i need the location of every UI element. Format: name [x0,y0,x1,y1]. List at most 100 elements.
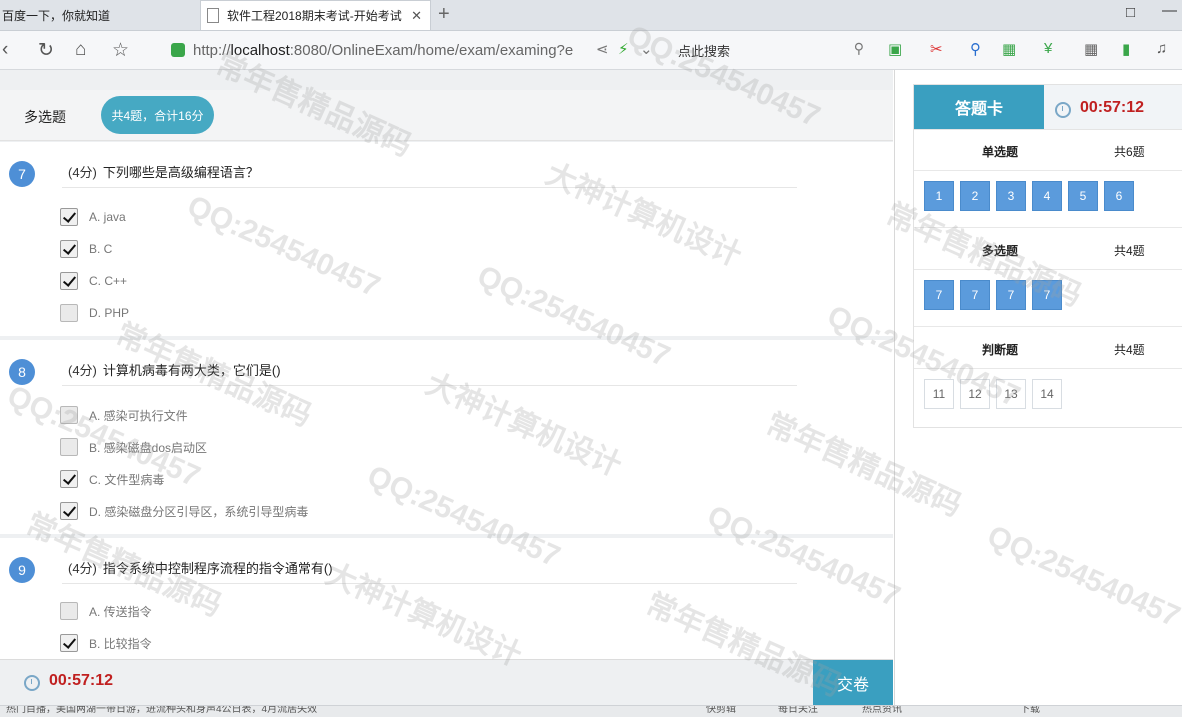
option-a[interactable]: A. 传送指令 [60,601,152,621]
checkbox-unchecked[interactable] [60,602,78,620]
submit-exam-button[interactable]: 交卷 [813,660,893,706]
option-label: A. java [89,210,126,224]
option-label: B. C [89,242,113,256]
question-nav-button[interactable]: 7 [960,280,990,310]
browser-tab-strip: 百度一下，你就知道 软件工程2018期末考试-开始考试 ✕ + □ — [0,0,1182,31]
question-text: 下列哪些是高级编程语言？ [102,165,259,180]
magnifier-icon[interactable]: ⚲ [970,40,981,58]
question-nav-button[interactable]: 14 [1032,379,1062,409]
question-title: (4分) 下列哪些是高级编程语言？ [68,162,259,181]
checkbox-checked[interactable] [60,272,78,290]
minimize-icon[interactable]: — [1162,2,1177,19]
question-text: 指令系统中控制程序流程的指令通常有() [102,561,333,576]
exam-footer: 00:57:12 交卷 [0,659,893,706]
chevron-down-icon[interactable]: ⌄ [640,40,653,58]
search-icon[interactable]: ⚲ [854,40,864,57]
apps-grid-icon[interactable]: ▦ [1084,40,1098,58]
section-true-false: 判断题 共4题 [914,328,1182,369]
question-nav-button[interactable]: 7 [924,280,954,310]
scissors-icon[interactable]: ✂ [930,40,943,58]
question-nav-button[interactable]: 3 [996,181,1026,211]
tab-baidu[interactable]: 百度一下，你就知道 [0,0,196,30]
translate-icon[interactable]: ▣ [888,40,902,58]
news-ticker[interactable]: 热门目播，美国两湖一带日游，进流种头和身声4公日表，4月流居失效 [6,706,317,717]
option-c[interactable]: C. C++ [60,271,127,291]
question-nav-grid: 7 7 7 7 [924,280,1062,310]
option-label: A. 感染可执行文件 [89,408,188,423]
clock-icon [1055,102,1071,118]
section-name: 多选题 [24,109,66,125]
divider [62,385,797,386]
status-item[interactable]: 下载 [1020,706,1040,717]
question-nav-button[interactable]: 6 [1104,181,1134,211]
section-name: 单选题 [982,145,1019,159]
search-input[interactable]: 点此搜索 ⚲ [672,37,870,63]
status-item[interactable]: 快剪辑 [706,706,736,717]
checkbox-checked[interactable] [60,502,78,520]
question-title: (4分) 指令系统中控制程序流程的指令通常有() [68,558,333,577]
question-number-badge: 7 [9,161,35,187]
option-b[interactable]: B. 比较指令 [60,633,152,653]
status-item[interactable]: 热点资讯 [862,706,902,717]
question-number-badge: 8 [9,359,35,385]
question-nav-button[interactable]: 2 [960,181,990,211]
checkbox-unchecked[interactable] [60,438,78,456]
divider [914,227,1182,228]
question-nav-button[interactable]: 1 [924,181,954,211]
section-count: 共4题 [1114,244,1145,258]
option-a[interactable]: A. java [60,207,126,227]
refresh-icon[interactable]: ↻ [38,39,54,62]
tab-label: 百度一下，你就知道 [2,8,111,23]
home-icon[interactable]: ⌂ [75,39,86,61]
gamepad-icon[interactable]: ▦ [1002,40,1016,58]
question-score: (4分) [68,561,97,576]
answer-card-title: 答题卡 [914,85,1044,129]
section-count: 共4题 [1114,343,1145,357]
option-c[interactable]: C. 文件型病毒 [60,469,164,489]
question-nav-button[interactable]: 7 [996,280,1026,310]
share-icon[interactable]: ⋖ [596,40,609,58]
tab-exam[interactable]: 软件工程2018期末考试-开始考试 ✕ [200,0,431,30]
question-nav-button[interactable]: 12 [960,379,990,409]
question-nav-button[interactable]: 5 [1068,181,1098,211]
close-icon[interactable]: ✕ [411,8,422,24]
answer-card-timer: 00:57:12 [1080,99,1145,116]
clock-icon [24,675,40,691]
navigation-bar: ‹ ↻ ⌂ ☆ http://localhost:8080/OnlineExam… [0,31,1182,70]
question-text: 计算机病毒有两大类，它们是() [102,363,281,378]
divider [62,583,797,584]
checkbox-unchecked[interactable] [60,406,78,424]
option-b[interactable]: B. 感染磁盘dos启动区 [60,437,207,457]
question-nav-button[interactable]: 11 [924,379,954,409]
address-bar[interactable]: http://localhost:8080/OnlineExam/home/ex… [165,37,665,63]
shirt-icon[interactable]: □ [1126,4,1135,21]
section-count: 共6题 [1114,145,1145,159]
headphones-icon[interactable]: ♫ [1156,40,1167,57]
star-icon[interactable]: ☆ [112,39,129,62]
checkbox-checked[interactable] [60,634,78,652]
divider [914,326,1182,327]
checkbox-checked[interactable] [60,208,78,226]
question-nav-button[interactable]: 13 [996,379,1026,409]
checkbox-unchecked[interactable] [60,304,78,322]
new-tab-icon[interactable]: + [438,3,450,26]
status-item[interactable]: 每日关注 [778,706,818,717]
url-host: localhost [230,41,290,59]
answer-card-panel: 答题卡 00:57:12 单选题 共6题 1 2 3 4 5 6 多选题 共4题… [894,70,1182,705]
browser-status-bar: 热门目播，美国两湖一带日游，进流种头和身声4公日表，4月流居失效 快剪辑 每日关… [0,705,1182,717]
question-card: 8 (4分) 计算机病毒有两大类，它们是() A. 感染可执行文件 B. 感染磁盘… [0,340,893,534]
checkbox-checked[interactable] [60,470,78,488]
option-d[interactable]: D. 感染磁盘分区引导区，系统引导型病毒 [60,501,308,521]
back-icon[interactable]: ‹ [2,39,8,61]
question-nav-button[interactable]: 4 [1032,181,1062,211]
option-a[interactable]: A. 感染可执行文件 [60,405,188,425]
question-nav-button[interactable]: 7 [1032,280,1062,310]
checkbox-checked[interactable] [60,240,78,258]
lightning-icon[interactable]: ⚡ [618,40,629,58]
option-d[interactable]: D. PHP [60,303,129,323]
yen-icon[interactable]: ¥ [1044,40,1052,57]
section-single-choice: 单选题 共6题 [914,130,1182,171]
option-b[interactable]: B. C [60,239,112,259]
section-summary-badge: 共4题，合计16分 [101,96,214,134]
url-prefix: http:// [193,41,231,59]
